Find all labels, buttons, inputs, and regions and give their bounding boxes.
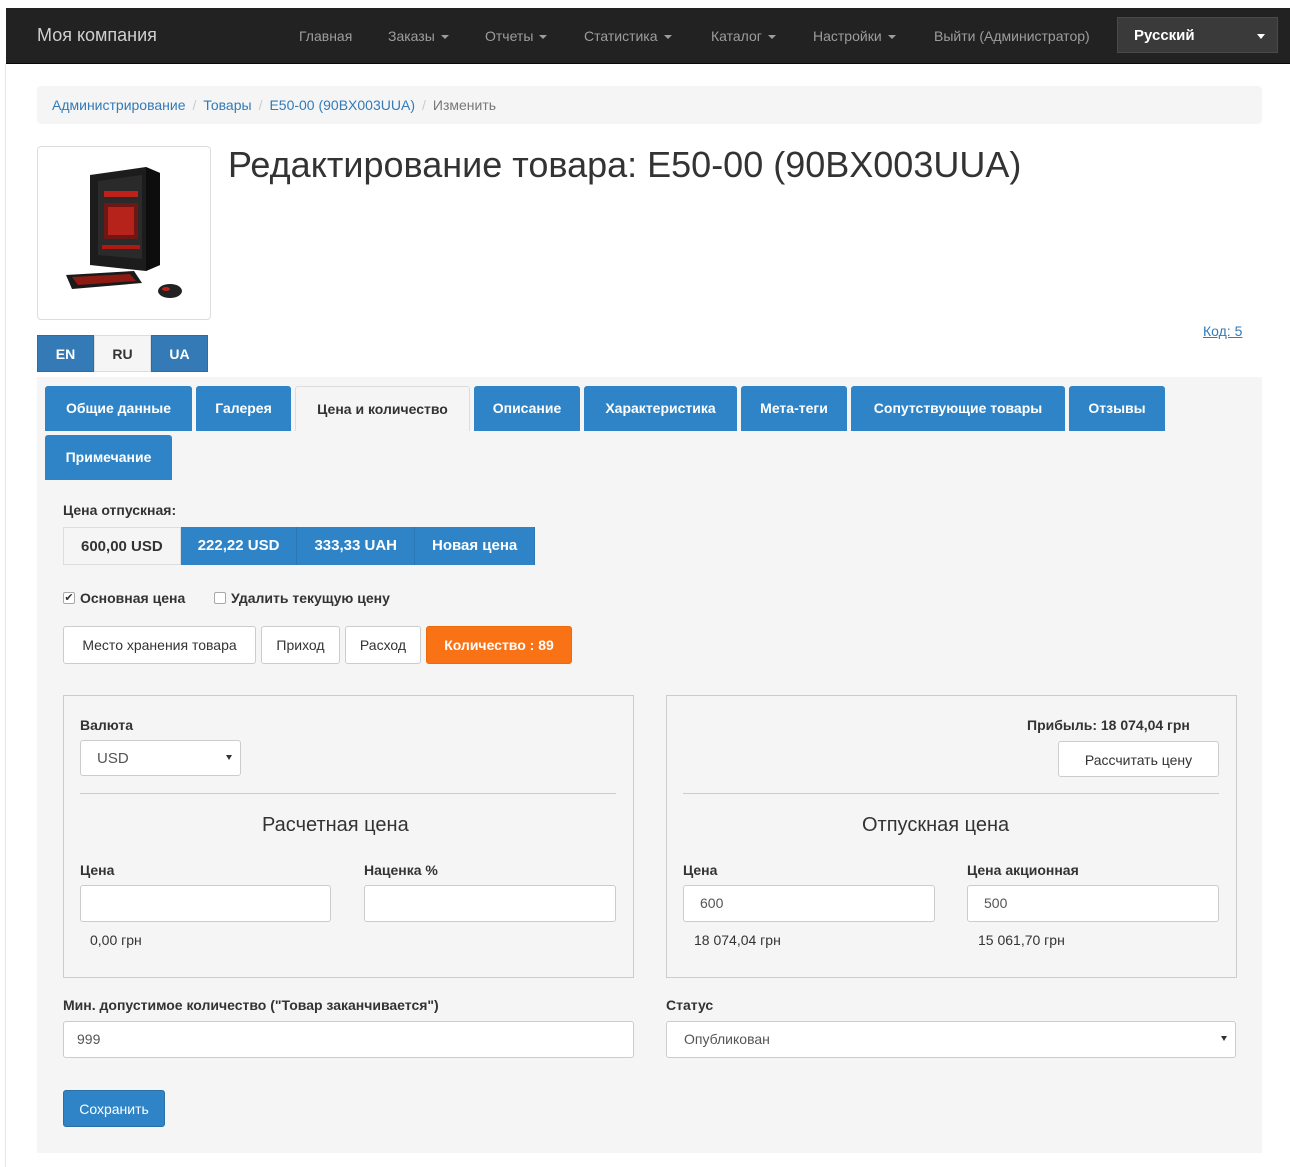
caret-down-icon (539, 35, 548, 40)
tab-reviews[interactable]: Отзывы (1069, 386, 1165, 431)
sale-price-converted: 18 074,04 грн (694, 932, 781, 948)
new-price-button[interactable]: Новая цена (414, 527, 536, 565)
expense-button[interactable]: Расход (345, 626, 421, 664)
calc-price-label: Цена (80, 862, 115, 878)
breadcrumb-separator: / (258, 97, 263, 113)
currency-label: Валюта (80, 717, 134, 733)
promo-price-input[interactable]: 500 (967, 885, 1219, 922)
quantity-badge[interactable]: Количество : 89 (426, 626, 572, 664)
breadcrumb-product[interactable]: E50-00 (90BX003UUA) (269, 97, 415, 113)
tab-price-quantity[interactable]: Цена и количество (295, 386, 470, 431)
breadcrumb: Администрирование / Товары / E50-00 (90BX003… (37, 86, 1262, 124)
sale-price-input[interactable]: 600 (683, 885, 935, 922)
save-button[interactable]: Сохранить (63, 1090, 165, 1127)
breadcrumb-admin[interactable]: Администрирование (52, 97, 186, 113)
income-button[interactable]: Приход (261, 626, 340, 664)
divider (80, 793, 616, 794)
nav-settings[interactable]: Настройки (813, 28, 896, 44)
nav-home[interactable]: Главная (299, 28, 352, 44)
lang-tab-en[interactable]: EN (37, 335, 94, 372)
tab-meta-tags[interactable]: Мета-теги (741, 386, 847, 431)
nav-logout-label: Выйти (Администратор) (934, 28, 1090, 44)
markup-label: Наценка % (364, 862, 438, 878)
nav-statistics-label: Статистика (584, 28, 658, 44)
nav-reports[interactable]: Отчеты (485, 28, 548, 44)
markup-input[interactable] (364, 885, 616, 922)
breadcrumb-separator: / (192, 97, 197, 113)
nav-catalog[interactable]: Каталог (711, 28, 776, 44)
navbar-bar: Моя компания Главная Заказы Отчеты Стати… (6, 8, 1290, 64)
lang-tab-ru[interactable]: RU (94, 335, 151, 372)
sale-price-title: Отпускная цена (862, 814, 1010, 836)
divider (683, 793, 1219, 794)
language-tabs: EN RU UA (37, 335, 208, 372)
sale-price-field-label: Цена (683, 862, 718, 878)
calc-price-converted: 0,00 грн (90, 932, 142, 948)
calc-price-input[interactable] (80, 885, 331, 922)
status-select-value: Опубликован (684, 1031, 770, 1047)
main-price-checkbox[interactable]: ✔ Основная цена (63, 590, 185, 606)
sale-price-label: Цена отпускная: (63, 502, 177, 518)
nav-catalog-label: Каталог (711, 28, 762, 44)
caret-down-icon (440, 35, 449, 40)
product-pc-image (66, 167, 182, 298)
currency-select-value: USD (97, 750, 129, 767)
lang-tab-ua[interactable]: UA (151, 335, 208, 372)
nav-statistics[interactable]: Статистика (584, 28, 672, 44)
promo-price-label: Цена акционная (967, 862, 1079, 878)
min-quantity-label: Мин. допустимое количество ("Товар закан… (63, 997, 439, 1013)
storage-location-button[interactable]: Место хранения товара (63, 626, 256, 664)
profit-label: Прибыль: 18 074,04 грн (1027, 717, 1190, 733)
brand-link[interactable]: Моя компания (37, 25, 157, 46)
tab-general[interactable]: Общие данные (45, 386, 192, 431)
calculate-price-button[interactable]: Рассчитать цену (1058, 741, 1219, 777)
tab-description[interactable]: Описание (474, 386, 580, 431)
product-code-link[interactable]: Код: 5 (1203, 323, 1242, 339)
price-btn-333-uah[interactable]: 333,33 UAH (297, 527, 415, 565)
status-select[interactable]: Опубликован (666, 1021, 1236, 1058)
delete-price-checkbox[interactable]: Удалить текущую цену (214, 590, 390, 606)
checkbox-checked-icon: ✔ (63, 592, 75, 604)
chevron-down-icon (1221, 1036, 1227, 1041)
calculated-price-title: Расчетная цена (262, 814, 409, 836)
nav-logout[interactable]: Выйти (Администратор) (934, 28, 1090, 44)
breadcrumb-separator: / (421, 97, 426, 113)
caret-down-icon (767, 35, 776, 40)
price-btn-222-usd[interactable]: 222,22 USD (180, 527, 298, 565)
caret-down-icon (887, 35, 896, 40)
tab-characteristics[interactable]: Характеристика (584, 386, 737, 431)
chevron-down-icon (226, 755, 232, 760)
breadcrumb-products[interactable]: Товары (203, 97, 251, 113)
price-btn-600-usd[interactable]: 600,00 USD (63, 527, 181, 565)
checkbox-unchecked-icon (214, 592, 226, 604)
nav-orders-label: Заказы (388, 28, 435, 44)
tab-related-products[interactable]: Сопутствующие товары (851, 386, 1065, 431)
chevron-down-icon (1257, 34, 1265, 39)
price-buttons: 600,00 USD 222,22 USD 333,33 UAH Новая ц… (63, 527, 536, 565)
product-thumbnail[interactable] (37, 146, 211, 320)
top-navbar: Моя компания Главная Заказы Отчеты Стати… (0, 0, 1290, 64)
nav-settings-label: Настройки (813, 28, 882, 44)
breadcrumb-current: Изменить (432, 97, 497, 113)
status-label: Статус (666, 997, 714, 1013)
language-select-value: Русский (1134, 27, 1195, 44)
tab-notes[interactable]: Примечание (45, 435, 172, 480)
nav-home-label: Главная (299, 28, 353, 44)
page-edge (5, 64, 6, 1167)
language-select[interactable]: Русский (1117, 17, 1278, 53)
delete-price-checkbox-label: Удалить текущую цену (231, 590, 390, 606)
caret-down-icon (663, 35, 672, 40)
page-title: Редактирование товара: E50-00 (90BX003UU… (228, 144, 1022, 185)
min-quantity-input[interactable]: 999 (63, 1021, 634, 1058)
currency-select[interactable]: USD (80, 740, 241, 776)
nav-orders[interactable]: Заказы (388, 28, 449, 44)
tab-gallery[interactable]: Галерея (196, 386, 291, 431)
nav-reports-label: Отчеты (485, 28, 534, 44)
promo-price-converted: 15 061,70 грн (978, 932, 1065, 948)
main-price-checkbox-label: Основная цена (80, 590, 186, 606)
